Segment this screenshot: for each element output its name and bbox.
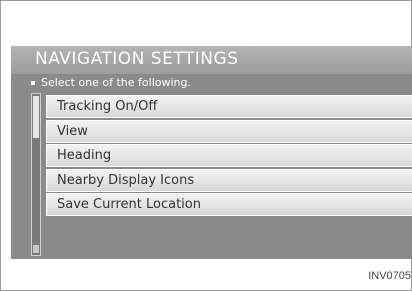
bullet-icon (31, 81, 35, 85)
instruction-text: Select one of the following. (31, 76, 191, 89)
menu-item-heading[interactable]: Heading (46, 144, 412, 167)
settings-menu: Tracking On/Off View Heading Nearby Disp… (46, 95, 412, 218)
menu-item-label: Heading (57, 148, 112, 163)
menu-item-save-current-location[interactable]: Save Current Location (46, 193, 412, 216)
image-code: INV0705 (368, 270, 411, 282)
scrollbar[interactable] (31, 93, 41, 256)
menu-item-view[interactable]: View (46, 119, 412, 143)
navigation-screen: NAVIGATION SETTINGS Select one of the fo… (11, 46, 412, 259)
scrollbar-thumb[interactable] (33, 96, 39, 138)
instruction-label: Select one of the following. (41, 76, 191, 89)
scrollbar-end-marker (33, 245, 39, 253)
title-bar: NAVIGATION SETTINGS (11, 46, 412, 74)
illustration-frame: NAVIGATION SETTINGS Select one of the fo… (0, 0, 412, 291)
menu-item-label: View (57, 123, 88, 139)
menu-item-label: Save Current Location (57, 197, 201, 212)
menu-item-label: Tracking On/Off (57, 99, 158, 114)
screen-title: NAVIGATION SETTINGS (35, 49, 239, 69)
menu-item-tracking[interactable]: Tracking On/Off (46, 95, 412, 118)
menu-item-label: Nearby Display Icons (57, 172, 195, 188)
menu-item-nearby-display-icons[interactable]: Nearby Display Icons (46, 168, 412, 192)
